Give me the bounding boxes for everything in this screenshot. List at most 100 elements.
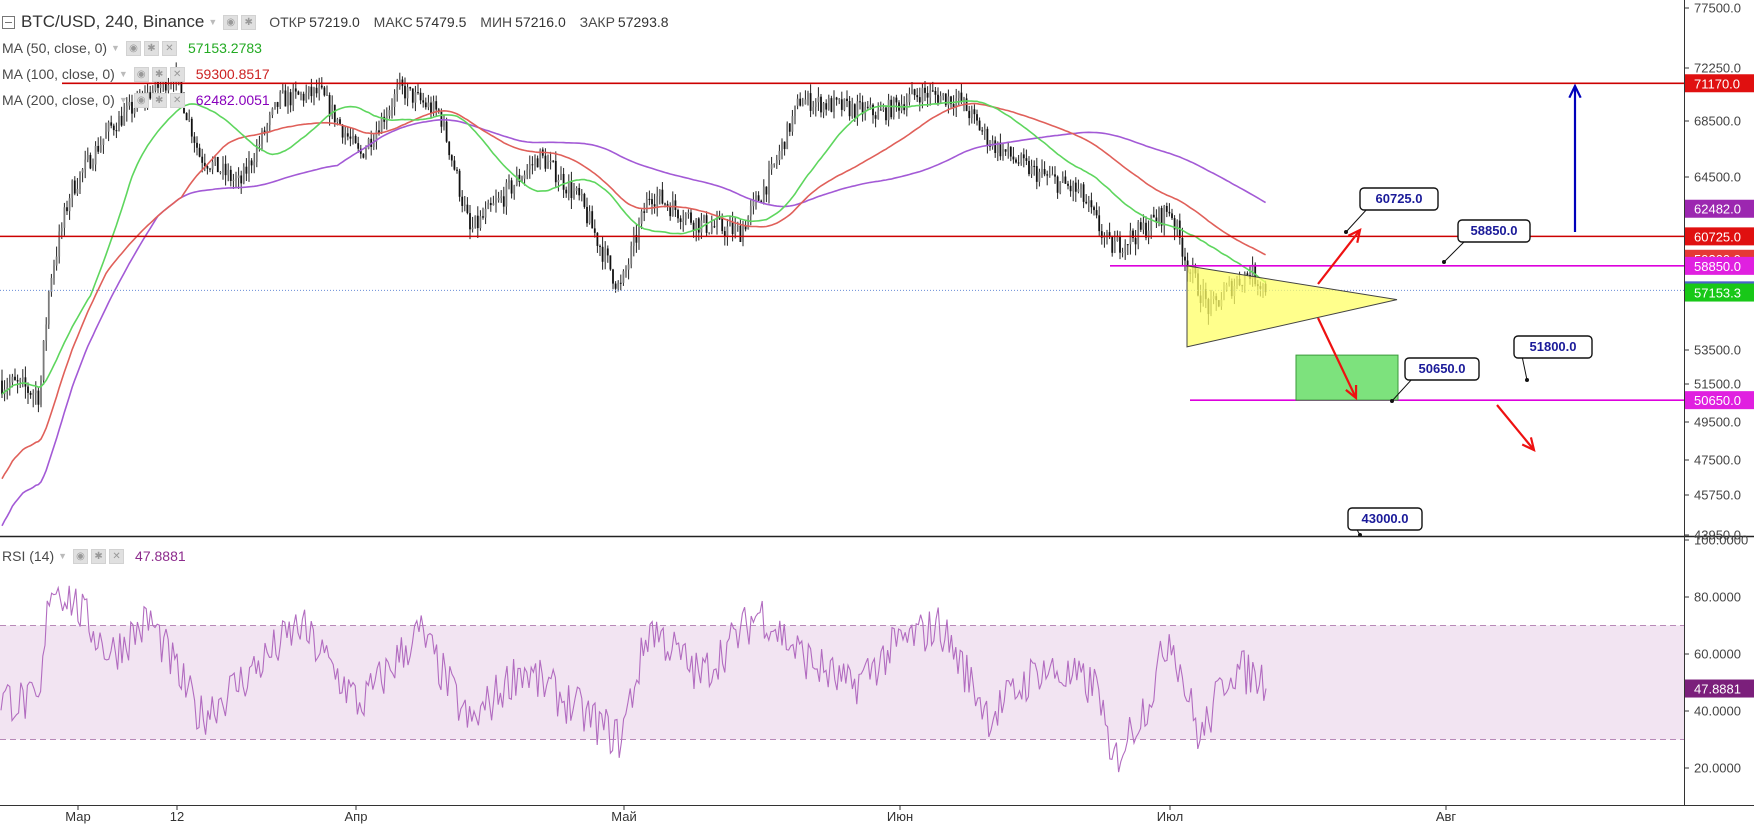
gear-icon[interactable]: ✱ xyxy=(151,66,167,82)
rsi-legend[interactable]: RSI (14) ▼ ◉ ✱ ✕ 47.8881 xyxy=(2,548,186,564)
candle-body xyxy=(596,232,599,246)
candle-body xyxy=(968,110,971,119)
candle-body xyxy=(1015,159,1017,163)
candle-body xyxy=(1056,176,1059,193)
candle-body xyxy=(643,211,646,213)
candle-body xyxy=(333,104,336,123)
gear-icon[interactable]: ✱ xyxy=(143,40,159,56)
candle-body xyxy=(471,227,474,230)
candle-body xyxy=(27,386,29,393)
candle-body xyxy=(866,106,869,108)
candle-body xyxy=(593,228,596,233)
candle-body xyxy=(45,324,48,341)
ma100-legend[interactable]: MA (100, close, 0) ▼ ◉ ✱ ✕ 59300.8517 xyxy=(2,66,270,82)
gear-icon[interactable]: ✱ xyxy=(91,548,107,564)
candle-body xyxy=(297,91,300,95)
candle-body xyxy=(443,121,445,127)
candle-body xyxy=(458,170,461,197)
low-value: 57216.0 xyxy=(515,14,566,30)
candle-body xyxy=(235,178,237,180)
candle-body xyxy=(79,172,81,189)
candle-body xyxy=(697,218,700,233)
candle-body xyxy=(11,376,14,383)
candle-body xyxy=(115,130,118,132)
ma100-value: 59300.8517 xyxy=(195,66,270,82)
candle-body xyxy=(255,146,258,162)
chart-canvas[interactable]: 60725.0 58850.0 50650.0 51800.0 43000.0 77500… xyxy=(0,0,1754,827)
collapse-icon[interactable] xyxy=(2,15,15,29)
candle-body xyxy=(651,199,653,205)
candle-body xyxy=(1181,237,1184,257)
candle-body xyxy=(279,91,282,107)
candle-body xyxy=(305,92,308,101)
candle-body xyxy=(68,198,71,212)
candle-body xyxy=(81,169,84,173)
eye-icon[interactable]: ◉ xyxy=(133,66,149,82)
candle-body xyxy=(791,116,794,132)
candle-body xyxy=(640,211,643,224)
candle-body xyxy=(677,209,679,219)
candle-body xyxy=(294,88,297,92)
candle-body xyxy=(476,215,479,229)
candle-body xyxy=(123,111,126,126)
candle-body xyxy=(973,109,976,115)
candle-body xyxy=(300,93,302,95)
candle-body xyxy=(474,215,477,228)
rsi-axis-label: 20.0000 xyxy=(1694,761,1741,776)
candle-body xyxy=(578,188,581,196)
gear-icon[interactable]: ✱ xyxy=(151,92,167,108)
eye-icon[interactable]: ◉ xyxy=(73,548,89,564)
candle-body xyxy=(817,96,820,103)
candle-body xyxy=(531,164,534,166)
candle-body xyxy=(242,166,245,184)
candle-body xyxy=(190,118,193,137)
candle-body xyxy=(721,218,724,232)
ma50-legend[interactable]: MA (50, close, 0) ▼ ◉ ✱ ✕ 57153.2783 xyxy=(2,40,262,56)
close-icon[interactable]: ✕ xyxy=(169,66,185,82)
eye-icon[interactable]: ◉ xyxy=(133,92,149,108)
price-axis-label: 53500.0 xyxy=(1694,343,1741,358)
candle-body xyxy=(625,269,627,272)
candle-body xyxy=(1082,184,1085,202)
close-icon[interactable]: ✕ xyxy=(169,92,185,108)
candle-body xyxy=(250,160,253,166)
candle-body xyxy=(391,106,393,111)
candle-body xyxy=(349,136,352,139)
ma200-label: MA (200, close, 0) xyxy=(2,92,115,108)
candle-body xyxy=(1022,154,1025,159)
candle-body xyxy=(479,216,482,229)
high-label: МАКС xyxy=(373,14,413,30)
price-tag-label: 50650.0 xyxy=(1694,393,1741,408)
candle-body xyxy=(1004,149,1007,152)
price-tag-label: 58850.0 xyxy=(1694,259,1741,274)
candle-body xyxy=(575,188,578,191)
eye-icon[interactable]: ◉ xyxy=(125,40,141,56)
chevron-down-icon[interactable]: ▼ xyxy=(58,551,67,561)
candle-body xyxy=(505,182,508,207)
candle-body xyxy=(24,377,27,387)
candle-body xyxy=(380,116,383,134)
price-axis-label: 47500.0 xyxy=(1694,453,1741,468)
candle-body xyxy=(812,106,815,111)
chevron-down-icon[interactable]: ▼ xyxy=(208,17,217,27)
open-value: 57219.0 xyxy=(309,14,360,30)
callout-label: 50650.0 xyxy=(1419,361,1466,376)
candle-body xyxy=(1134,238,1137,245)
candle-body xyxy=(573,190,575,199)
chevron-down-icon[interactable]: ▼ xyxy=(119,95,128,105)
candle-body xyxy=(1158,208,1160,223)
ma200-legend[interactable]: MA (200, close, 0) ▼ ◉ ✱ ✕ 62482.0051 xyxy=(2,92,270,108)
chevron-down-icon[interactable]: ▼ xyxy=(119,69,128,79)
candle-body xyxy=(869,104,872,108)
candle-body xyxy=(201,156,204,163)
candle-body xyxy=(846,98,848,101)
candle-body xyxy=(526,169,529,175)
close-icon[interactable]: ✕ xyxy=(161,40,177,56)
symbol-title[interactable]: BTC/USD, 240, Binance xyxy=(21,12,204,32)
close-icon[interactable]: ✕ xyxy=(109,548,125,564)
gear-icon[interactable]: ✱ xyxy=(241,14,257,30)
chevron-down-icon[interactable]: ▼ xyxy=(111,43,120,53)
candle-body xyxy=(71,180,74,199)
candle-body xyxy=(432,101,435,114)
eye-icon[interactable]: ◉ xyxy=(223,14,239,30)
